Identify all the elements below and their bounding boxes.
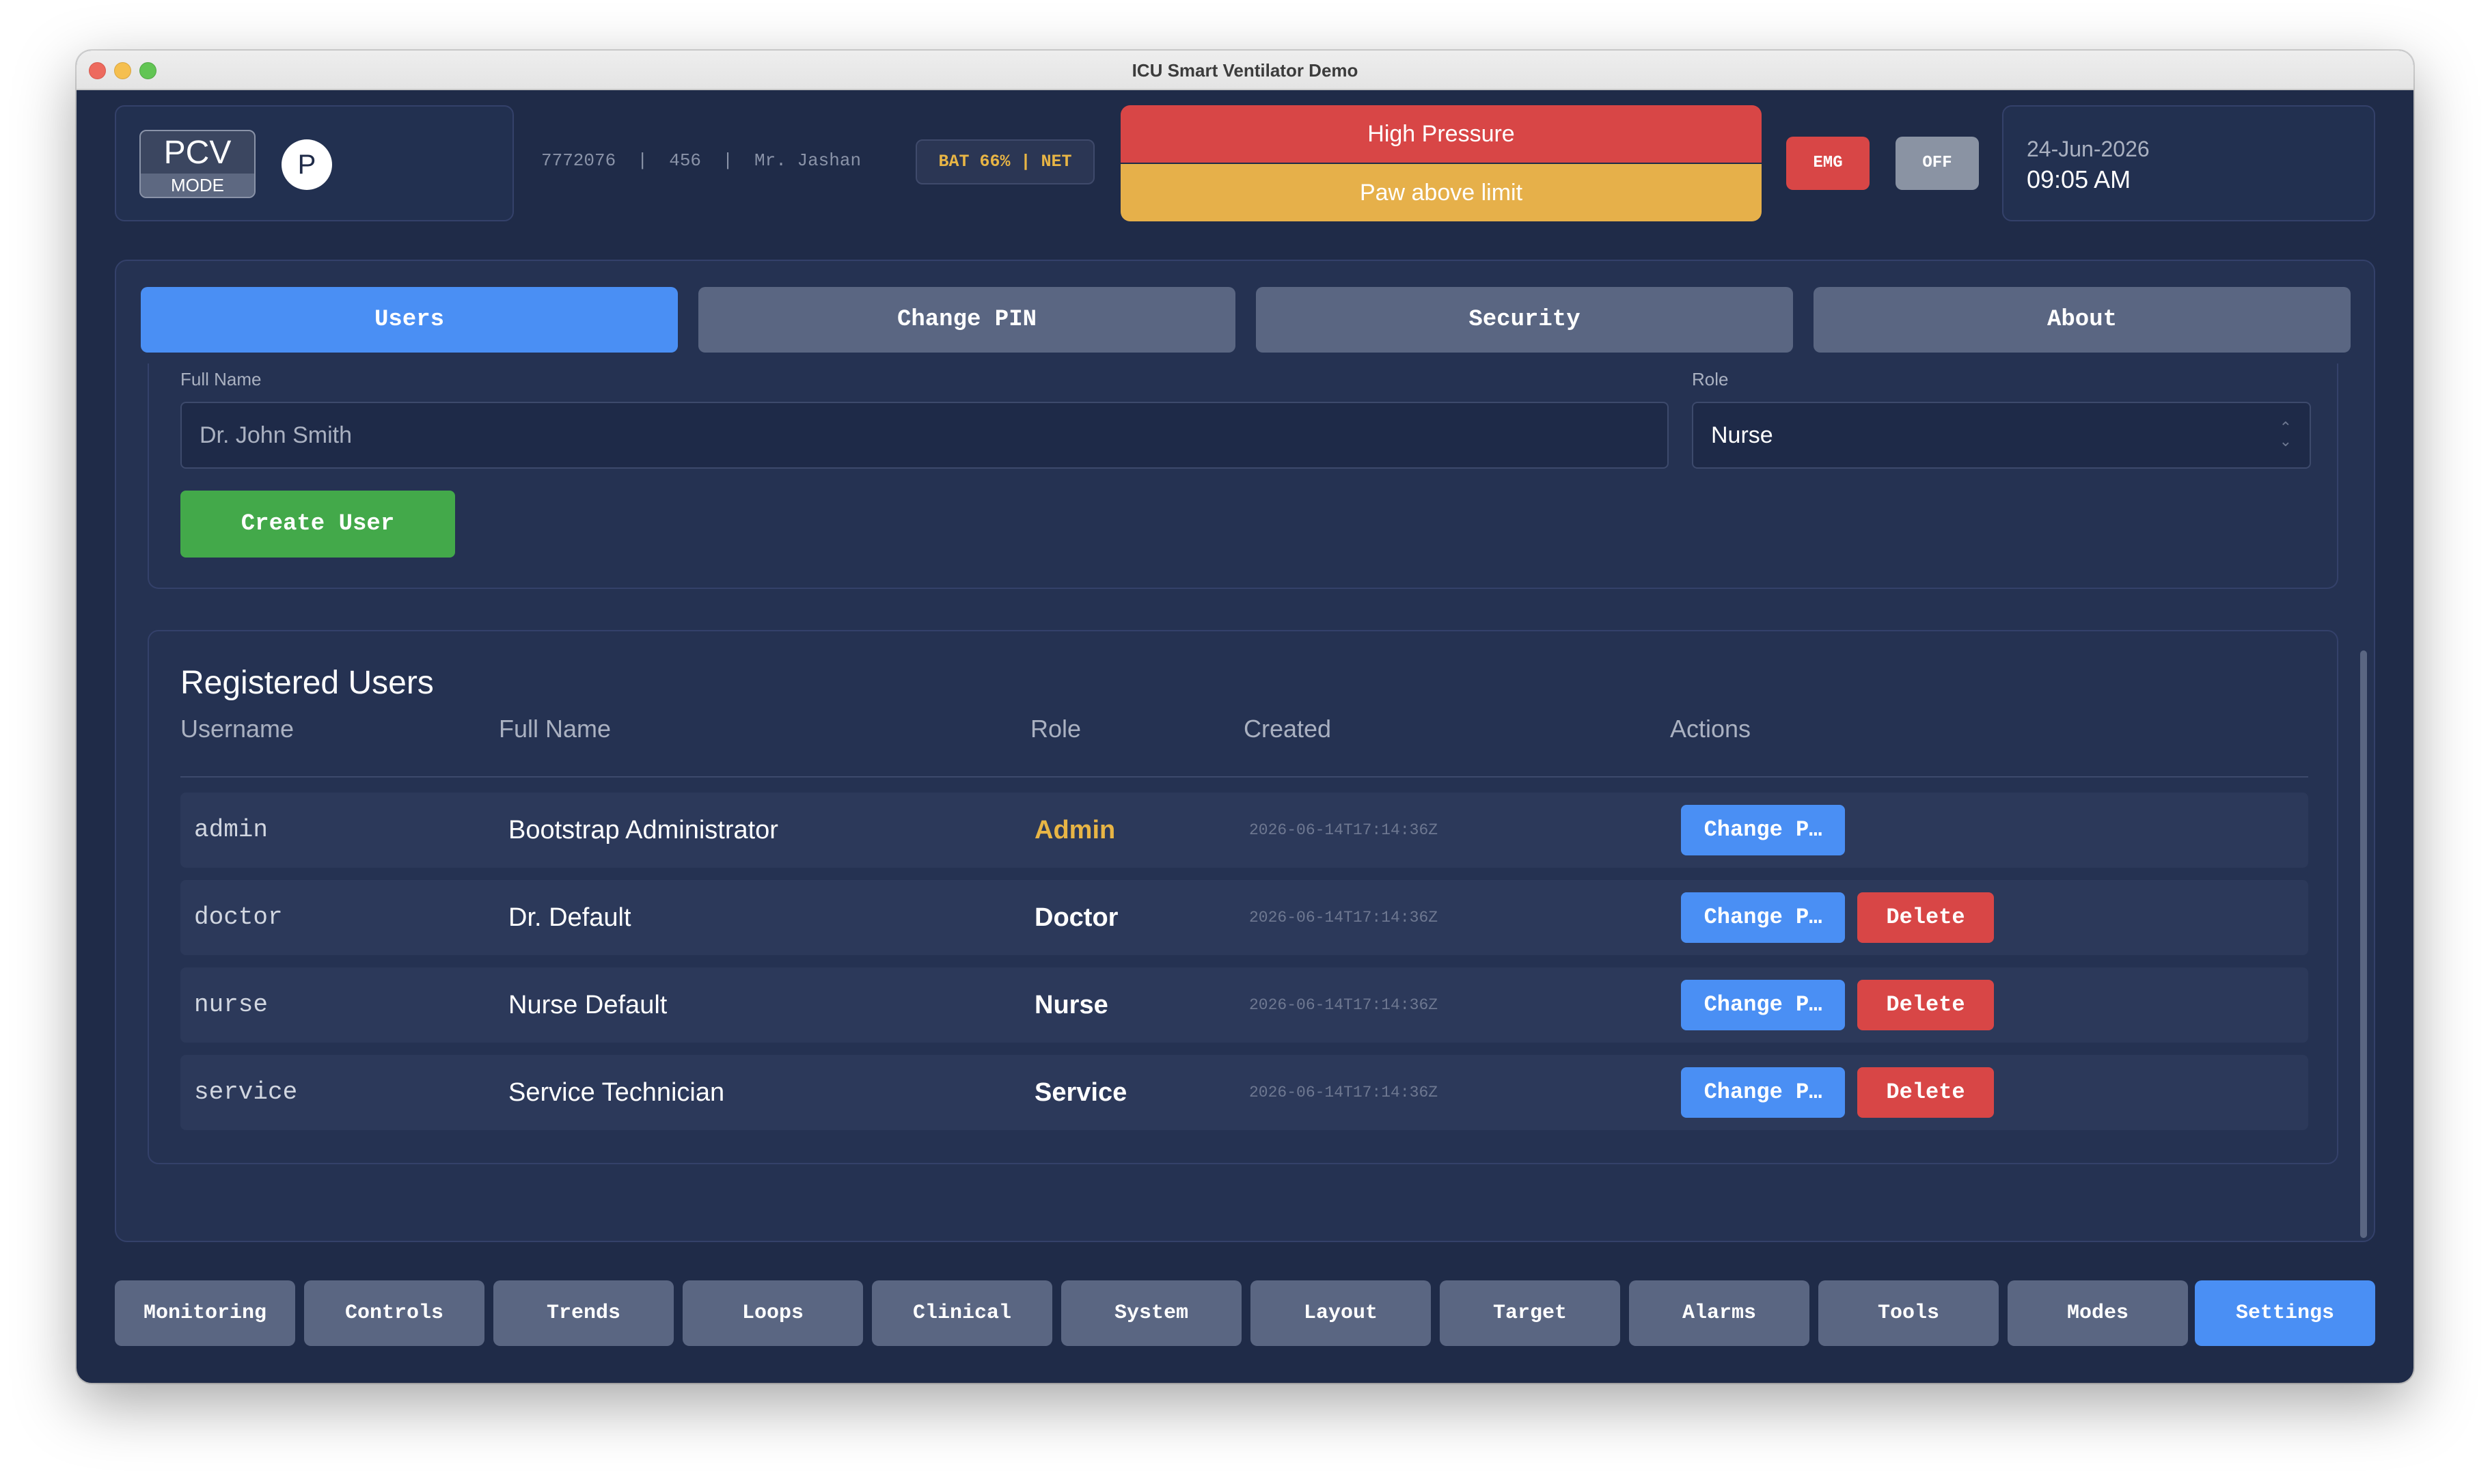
cell-full-name: Nurse Default bbox=[508, 991, 668, 1019]
create-user-button[interactable]: Create User bbox=[180, 491, 455, 558]
role-select-value: Nurse bbox=[1711, 422, 1773, 448]
nav-trends[interactable]: Trends bbox=[493, 1280, 674, 1346]
full-name-label: Full Name bbox=[180, 369, 262, 389]
tab-security[interactable]: Security bbox=[1256, 287, 1793, 353]
create-user-form: Full Name Dr. John Smith Role Nurse ⌃ ⌄ C… bbox=[148, 363, 2338, 589]
nav-loops[interactable]: Loops bbox=[683, 1280, 863, 1346]
alarm-banner-secondary[interactable]: Paw above limit bbox=[1121, 164, 1762, 221]
bottom-navigation: Monitoring Controls Trends Loops Clinica… bbox=[115, 1280, 2375, 1346]
column-header-created: Created bbox=[1244, 715, 1332, 743]
role-label: Role bbox=[1692, 369, 1729, 389]
nav-target[interactable]: Target bbox=[1440, 1280, 1620, 1346]
alarm-banner-primary[interactable]: High Pressure bbox=[1121, 105, 1762, 163]
time-display: 09:05 AM bbox=[2027, 165, 2131, 193]
nav-alarms[interactable]: Alarms bbox=[1629, 1280, 1809, 1346]
window-title: ICU Smart Ventilator Demo bbox=[1132, 60, 1358, 81]
updown-chevron-icon: ⌃ ⌄ bbox=[2279, 419, 2292, 450]
nav-layout[interactable]: Layout bbox=[1250, 1280, 1431, 1346]
datetime-panel: 24-Jun-2026 09:05 AM bbox=[2002, 105, 2375, 221]
cell-role: Nurse bbox=[1035, 991, 1108, 1019]
cell-username: admin bbox=[194, 816, 269, 844]
tab-about[interactable]: About bbox=[1814, 287, 2351, 353]
table-header-divider bbox=[180, 776, 2308, 778]
mode-panel: PCV MODE P bbox=[115, 105, 514, 221]
tab-change-pin[interactable]: Change PIN bbox=[698, 287, 1235, 353]
delete-user-button[interactable]: Delete bbox=[1857, 892, 1994, 943]
column-header-role: Role bbox=[1030, 715, 1082, 743]
table-row: admin Bootstrap Administrator Admin 2026… bbox=[180, 793, 2308, 868]
registered-users-title: Registered Users bbox=[180, 665, 434, 701]
cell-role: Doctor bbox=[1035, 903, 1119, 932]
cell-role: Service bbox=[1035, 1078, 1127, 1107]
scrollbar[interactable] bbox=[2360, 650, 2367, 1238]
change-pin-button[interactable]: Change P… bbox=[1681, 805, 1845, 855]
nav-modes[interactable]: Modes bbox=[2008, 1280, 2188, 1346]
cell-role: Admin bbox=[1035, 816, 1116, 844]
table-row: service Service Technician Service 2026-… bbox=[180, 1055, 2308, 1130]
mode-badge[interactable]: PCV MODE bbox=[139, 130, 256, 198]
cell-username: doctor bbox=[194, 903, 283, 931]
column-header-full-name: Full Name bbox=[499, 715, 612, 743]
pressure-mode-icon: P bbox=[282, 139, 332, 190]
app-window: ICU Smart Ventilator Demo PCV MODE P 777… bbox=[77, 51, 2413, 1383]
nav-tools[interactable]: Tools bbox=[1818, 1280, 1999, 1346]
patient-info: 7772076 | 456 | Mr. Jashan bbox=[541, 150, 862, 171]
cell-created: 2026-06-14T17:14:36Z bbox=[1249, 1084, 1438, 1101]
cell-full-name: Dr. Default bbox=[508, 903, 631, 932]
settings-tabs: Users Change PIN Security About bbox=[141, 287, 2352, 353]
cell-full-name: Service Technician bbox=[508, 1078, 725, 1107]
nav-system[interactable]: System bbox=[1061, 1280, 1242, 1346]
cell-full-name: Bootstrap Administrator bbox=[508, 816, 778, 844]
cell-username: service bbox=[194, 1078, 298, 1106]
table-row: doctor Dr. Default Doctor 2026-06-14T17:… bbox=[180, 880, 2308, 955]
nav-settings[interactable]: Settings bbox=[2195, 1280, 2375, 1346]
off-button[interactable]: OFF bbox=[1896, 137, 1979, 190]
registered-users-card: Registered Users Username Full Name Role… bbox=[148, 630, 2338, 1164]
date-display: 24-Jun-2026 bbox=[2027, 137, 2150, 161]
mode-name: PCV bbox=[163, 135, 232, 171]
nav-clinical[interactable]: Clinical bbox=[872, 1280, 1052, 1346]
battery-network-status: BAT 66% | NET bbox=[916, 139, 1095, 184]
cell-created: 2026-06-14T17:14:36Z bbox=[1249, 909, 1438, 926]
cell-username: nurse bbox=[194, 991, 269, 1019]
change-pin-button[interactable]: Change P… bbox=[1681, 980, 1845, 1030]
cell-created: 2026-06-14T17:14:36Z bbox=[1249, 996, 1438, 1014]
nav-monitoring[interactable]: Monitoring bbox=[115, 1280, 295, 1346]
delete-user-button[interactable]: Delete bbox=[1857, 1067, 1994, 1118]
settings-panel: Users Change PIN Security About Full Nam… bbox=[115, 260, 2375, 1242]
title-bar: ICU Smart Ventilator Demo bbox=[77, 51, 2413, 90]
column-header-username: Username bbox=[180, 715, 295, 743]
emergency-button[interactable]: EMG bbox=[1786, 137, 1870, 190]
change-pin-button[interactable]: Change P… bbox=[1681, 892, 1845, 943]
tab-users[interactable]: Users bbox=[141, 287, 678, 353]
delete-user-button[interactable]: Delete bbox=[1857, 980, 1994, 1030]
role-select[interactable]: Nurse ⌃ ⌄ bbox=[1692, 402, 2311, 469]
table-row: nurse Nurse Default Nurse 2026-06-14T17:… bbox=[180, 967, 2308, 1043]
column-header-actions: Actions bbox=[1670, 715, 1751, 743]
full-name-input[interactable]: Dr. John Smith bbox=[180, 402, 1669, 469]
cell-created: 2026-06-14T17:14:36Z bbox=[1249, 821, 1438, 839]
change-pin-button[interactable]: Change P… bbox=[1681, 1067, 1845, 1118]
mode-label: MODE bbox=[141, 174, 254, 197]
nav-controls[interactable]: Controls bbox=[304, 1280, 484, 1346]
